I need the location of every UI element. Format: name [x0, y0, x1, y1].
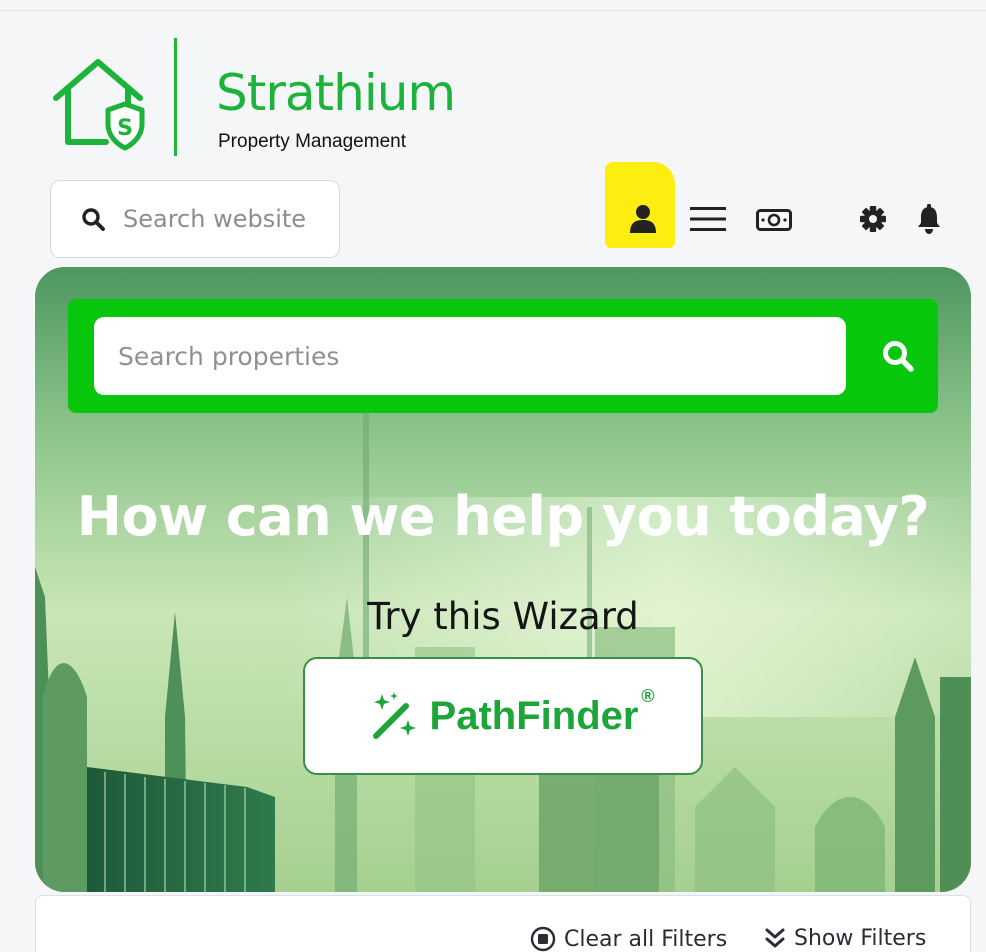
house-shield-icon: S	[53, 59, 145, 151]
show-filters-button[interactable]: Show Filters	[764, 926, 926, 951]
search-icon	[82, 208, 105, 231]
double-chevron-down-icon	[765, 928, 785, 947]
hero-subtitle: Try this Wizard	[367, 595, 639, 638]
clear-filters-label: Clear all Filters	[564, 926, 728, 952]
filter-bar: Clear all Filters Show Filters	[35, 895, 971, 952]
property-search-bar	[68, 299, 938, 413]
money-icon	[756, 209, 792, 231]
payments-button[interactable]	[754, 206, 794, 234]
show-filters-label: Show Filters	[794, 926, 927, 951]
brand-logo[interactable]: S Strathium Property Management	[48, 38, 468, 158]
logo-letter: S	[117, 116, 133, 141]
site-search-input[interactable]	[123, 205, 333, 233]
property-search-input[interactable]	[94, 317, 846, 395]
magic-wand-icon	[372, 692, 416, 739]
site-search-box[interactable]	[50, 180, 340, 258]
pathfinder-text: PathFinder	[429, 693, 639, 738]
registered-mark: ®	[641, 685, 655, 706]
logo-divider	[174, 38, 177, 156]
property-search-button[interactable]	[858, 317, 938, 395]
hero-title: How can we help you today?	[76, 485, 930, 548]
user-icon	[630, 205, 656, 233]
brand-subtitle: Property Management	[218, 131, 406, 152]
pathfinder-label: PathFinder ®	[429, 686, 655, 739]
clear-filters-button[interactable]: Clear all Filters	[530, 926, 727, 952]
stop-circle-icon	[530, 926, 556, 952]
bell-icon	[918, 204, 940, 234]
brand-name: Strathium	[216, 64, 456, 122]
pathfinder-wizard-button[interactable]: PathFinder ®	[303, 657, 703, 775]
top-divider	[0, 10, 986, 11]
notifications-button[interactable]	[914, 202, 944, 236]
menu-icon	[690, 207, 726, 231]
search-icon	[883, 341, 914, 372]
settings-button[interactable]	[856, 202, 890, 236]
gear-icon	[860, 206, 886, 232]
user-account-button[interactable]	[626, 200, 660, 236]
menu-button[interactable]	[688, 204, 728, 234]
hero-banner: How can we help you today? Try this Wiza…	[35, 267, 971, 892]
